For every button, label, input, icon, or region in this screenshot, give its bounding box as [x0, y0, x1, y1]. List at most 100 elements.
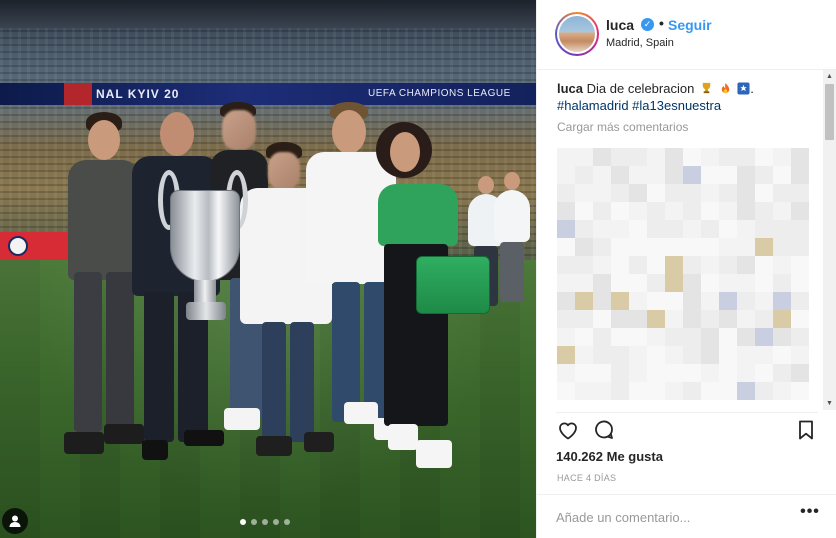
- pixelated-block: [575, 364, 593, 382]
- pixelated-block: [719, 202, 737, 220]
- pixelated-block: [719, 328, 737, 346]
- pixelated-block: [647, 184, 665, 202]
- pixelated-block: [737, 184, 755, 202]
- pixelated-block: [575, 274, 593, 292]
- pixelated-block: [665, 310, 683, 328]
- pixelated-block: [665, 364, 683, 382]
- pixelated-block: [773, 184, 791, 202]
- header-separator: •: [659, 15, 664, 31]
- pixelated-block: [773, 274, 791, 292]
- post-photo[interactable]: NAL KYIV 20 UEFA CHAMPIONS LEAGUE: [0, 0, 536, 538]
- pixelated-block: [557, 148, 575, 166]
- location-link[interactable]: Madrid, Spain: [606, 37, 674, 49]
- pixelated-block: [557, 346, 575, 364]
- pixelated-block: [557, 166, 575, 184]
- pixelated-block: [791, 184, 809, 202]
- pixelated-block: [791, 328, 809, 346]
- pixelated-block: [755, 238, 773, 256]
- header-username[interactable]: luca: [606, 17, 634, 33]
- carousel-indicator: [240, 519, 290, 525]
- pixelated-block: [665, 184, 683, 202]
- scroll-thumb[interactable]: [825, 84, 834, 140]
- scroll-up-arrow-icon[interactable]: ▲: [823, 70, 836, 83]
- pixelated-block: [719, 238, 737, 256]
- pixelated-block: [629, 310, 647, 328]
- save-bookmark-icon[interactable]: [794, 418, 818, 442]
- pixelated-block: [791, 238, 809, 256]
- pixelated-block: [611, 382, 629, 400]
- follow-button[interactable]: Seguir: [668, 17, 712, 33]
- like-heart-icon[interactable]: [556, 418, 580, 442]
- scroll-down-arrow-icon[interactable]: ▼: [823, 397, 836, 410]
- pixelated-block: [629, 238, 647, 256]
- caption-username[interactable]: luca: [557, 81, 583, 96]
- pixelated-block: [611, 256, 629, 274]
- pixelated-block: [575, 220, 593, 238]
- pixelated-block: [611, 202, 629, 220]
- pixelated-block: [719, 166, 737, 184]
- pixelated-block: [791, 256, 809, 274]
- comments-scrollbar[interactable]: ▲ ▼: [823, 70, 836, 410]
- banner-red-block: [64, 83, 92, 105]
- pixelated-block: [791, 220, 809, 238]
- more-options-button[interactable]: •••: [800, 504, 820, 525]
- trophy-stem: [194, 280, 216, 304]
- pixelated-block: [611, 148, 629, 166]
- pixelated-block: [683, 292, 701, 310]
- pixelated-block: [575, 292, 593, 310]
- pixelated-block: [593, 328, 611, 346]
- comments-section: luca Dia de celebracion . #halamadrid #l…: [557, 80, 819, 410]
- pixelated-block: [791, 148, 809, 166]
- pixelated-block: [575, 256, 593, 274]
- pixelated-block: [665, 166, 683, 184]
- pixelated-block: [755, 328, 773, 346]
- caption-trailing: .: [750, 81, 754, 96]
- pixelated-block: [593, 256, 611, 274]
- pixelated-block: [575, 328, 593, 346]
- avatar[interactable]: [555, 12, 599, 56]
- pixelated-block: [683, 364, 701, 382]
- pixelated-block: [593, 310, 611, 328]
- pixelated-block: [755, 256, 773, 274]
- pixelated-block: [611, 166, 629, 184]
- pixelated-block: [683, 184, 701, 202]
- pixelated-block: [593, 166, 611, 184]
- load-more-comments-button[interactable]: Cargar más comentarios: [557, 120, 819, 134]
- pixelated-block: [773, 328, 791, 346]
- pixelated-block: [701, 292, 719, 310]
- user-tag-icon[interactable]: [2, 508, 28, 534]
- pixelated-block: [683, 274, 701, 292]
- pixelated-block: [755, 382, 773, 400]
- verified-badge-icon: ✓: [641, 18, 654, 31]
- pixelated-block: [683, 382, 701, 400]
- pixelated-block: [773, 382, 791, 400]
- hashtag-link-halamadrid[interactable]: #halamadrid: [557, 98, 629, 113]
- hashtag-link-la13esnuestra[interactable]: #la13esnuestra: [632, 98, 721, 113]
- pixelated-block: [665, 328, 683, 346]
- pixelated-block: [557, 220, 575, 238]
- pixelated-block: [647, 346, 665, 364]
- pixelated-block: [683, 220, 701, 238]
- pixelated-block: [665, 148, 683, 166]
- pixelated-block: [611, 238, 629, 256]
- pixelated-block: [791, 202, 809, 220]
- pixelated-block: [683, 238, 701, 256]
- pixelated-block: [737, 328, 755, 346]
- likes-count[interactable]: 140.262 Me gusta: [556, 449, 663, 464]
- pixelated-block: [647, 292, 665, 310]
- pixelated-block: [629, 202, 647, 220]
- comment-input[interactable]: [556, 507, 786, 527]
- pixelated-block: [557, 310, 575, 328]
- pixelated-block: [611, 346, 629, 364]
- pixelated-block: [719, 148, 737, 166]
- pixelated-block: [755, 148, 773, 166]
- pixelated-block: [575, 310, 593, 328]
- pixelated-block: [755, 202, 773, 220]
- pixelated-block: [701, 238, 719, 256]
- pixelated-block: [575, 184, 593, 202]
- pixelated-block: [701, 184, 719, 202]
- comment-bubble-icon[interactable]: [592, 418, 616, 442]
- fire-emoji-icon: [721, 82, 729, 94]
- pixelated-block: [773, 346, 791, 364]
- pixelated-block: [719, 346, 737, 364]
